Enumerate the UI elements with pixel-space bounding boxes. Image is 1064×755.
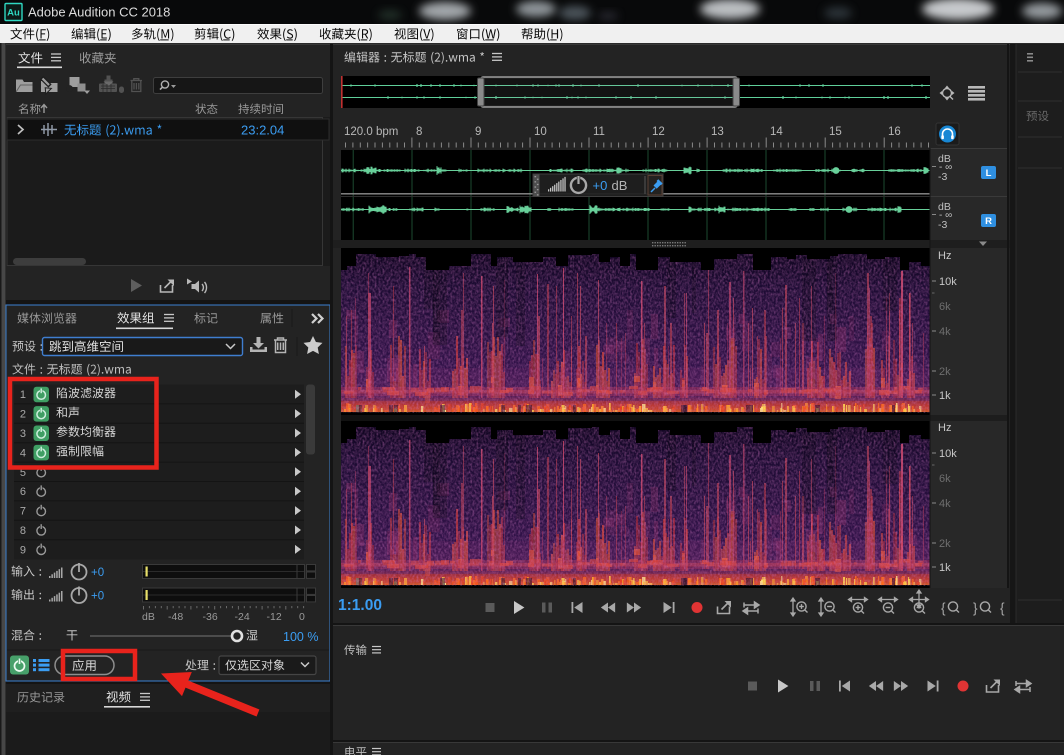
- svg-text:2k: 2k: [939, 538, 951, 550]
- svg-text:6: 6: [20, 486, 26, 498]
- svg-text:+0: +0: [593, 178, 608, 193]
- svg-text:Adobe Audition CC 2018: Adobe Audition CC 2018: [28, 5, 170, 20]
- svg-text:{: {: [1000, 601, 1005, 616]
- svg-text:0: 0: [299, 611, 305, 623]
- svg-text:13: 13: [711, 126, 724, 138]
- svg-text:dB: dB: [612, 178, 628, 193]
- svg-text:6k: 6k: [939, 301, 951, 313]
- svg-text:14: 14: [770, 126, 783, 138]
- svg-text:10k: 10k: [939, 276, 957, 288]
- svg-text:R: R: [985, 216, 992, 227]
- svg-text:10k: 10k: [939, 448, 957, 460]
- svg-text:7: 7: [20, 506, 26, 518]
- svg-text:120.0 bpm: 120.0 bpm: [344, 126, 398, 138]
- svg-text:16: 16: [888, 126, 901, 138]
- svg-text:6k: 6k: [939, 473, 951, 485]
- svg-text:L: L: [986, 168, 992, 179]
- svg-text:1k: 1k: [939, 562, 951, 574]
- svg-text:3: 3: [20, 428, 26, 440]
- svg-text:{: {: [941, 601, 946, 616]
- svg-text:4k: 4k: [939, 498, 951, 510]
- svg-text:dB: dB: [142, 611, 155, 623]
- svg-text:-24: -24: [235, 611, 250, 623]
- svg-text:+0: +0: [91, 591, 104, 603]
- svg-text:9: 9: [20, 544, 26, 556]
- svg-text:12: 12: [652, 126, 665, 138]
- svg-text:8: 8: [20, 525, 26, 537]
- svg-text:10: 10: [534, 126, 547, 138]
- svg-text:1k: 1k: [939, 390, 951, 402]
- svg-text:-3: -3: [938, 219, 947, 231]
- svg-text:8: 8: [416, 126, 422, 138]
- svg-text:1:1.00: 1:1.00: [338, 597, 382, 614]
- svg-text:11: 11: [593, 126, 605, 138]
- svg-text:Hz: Hz: [938, 250, 951, 262]
- svg-text:2: 2: [20, 409, 26, 421]
- svg-text:-3: -3: [938, 171, 947, 183]
- svg-text:Au: Au: [7, 8, 20, 19]
- svg-text:-48: -48: [168, 611, 183, 623]
- svg-text:1: 1: [20, 389, 26, 401]
- svg-text:-36: -36: [203, 611, 218, 623]
- svg-text:15: 15: [829, 126, 842, 138]
- svg-text:2k: 2k: [939, 366, 951, 378]
- svg-text:}: }: [973, 601, 978, 616]
- svg-text:+0: +0: [91, 567, 104, 579]
- svg-text:9: 9: [475, 126, 481, 138]
- svg-text:4k: 4k: [939, 326, 951, 338]
- svg-text:23:2.04: 23:2.04: [241, 123, 284, 138]
- svg-text:4: 4: [20, 447, 26, 459]
- svg-text:100 %: 100 %: [283, 630, 318, 644]
- svg-text:Hz: Hz: [938, 422, 951, 434]
- svg-text:-12: -12: [267, 611, 282, 623]
